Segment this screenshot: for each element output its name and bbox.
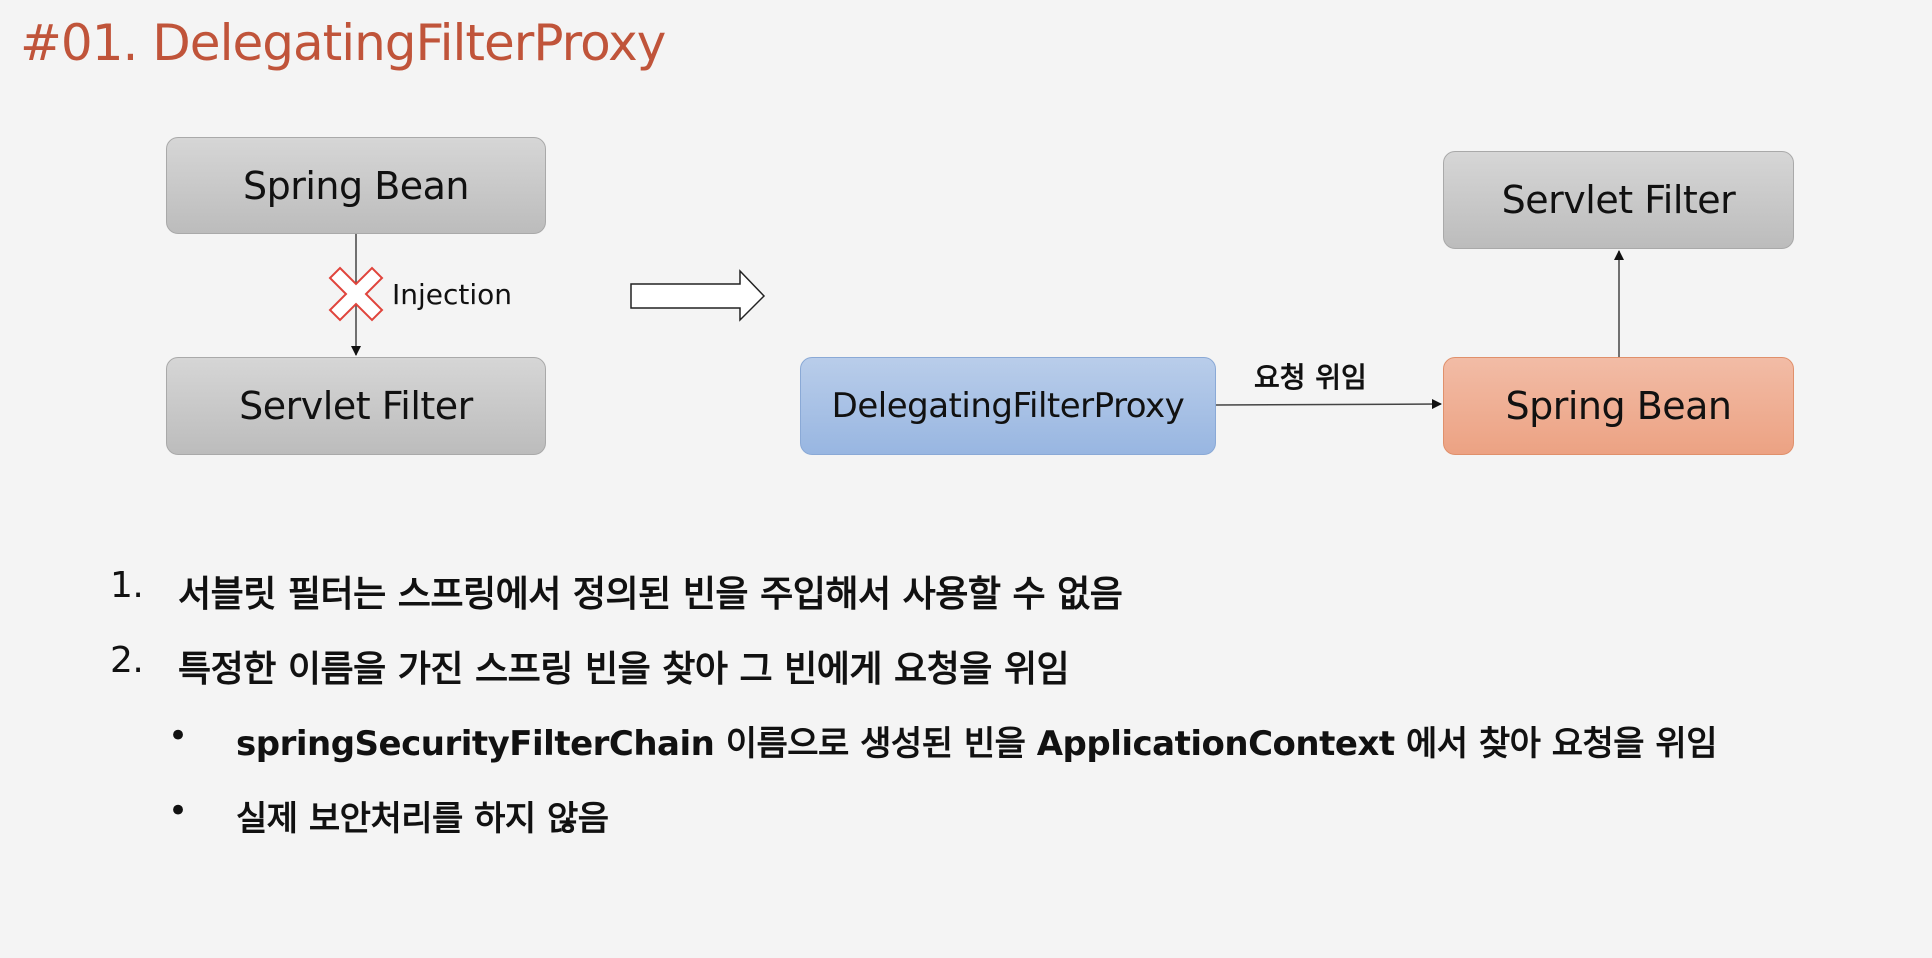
list-marker: 1. [110,565,144,606]
servlet-filter-box-right: Servlet Filter [1443,151,1794,249]
list-marker: • [168,716,188,756]
list-marker: • [168,791,188,831]
servlet-filter-box-left: Servlet Filter [166,357,546,455]
injection-label: Injection [392,278,513,311]
list-text: 서블릿 필터는 스프링에서 정의된 빈을 주입해서 사용할 수 없음 [178,574,1123,615]
spring-bean-box-left: Spring Bean [166,137,546,234]
delegate-label: 요청 위임 [1254,361,1367,394]
spring-bean-box-right: Spring Bean [1443,357,1794,455]
list-text: 실제 보안처리를 하지 않음 [236,799,609,839]
delegate-connector [1215,399,1442,410]
delegating-filter-proxy-box: DelegatingFilterProxy [800,357,1216,455]
transition-arrow-icon [630,269,766,322]
list-text: 특정한 이름을 가진 스프링 빈을 찾아 그 빈에게 요청을 위임 [178,649,1070,690]
list-marker: 2. [110,640,144,681]
list-text: springSecurityFilterChain 이름으로 생성된 빈을 Ap… [236,724,1717,764]
